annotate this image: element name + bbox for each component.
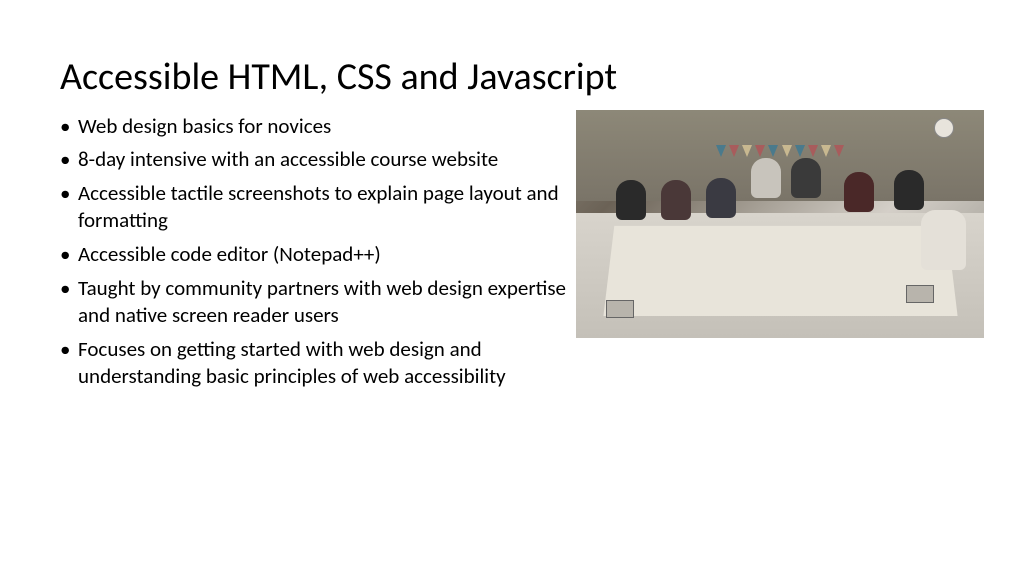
bullet-list: Web design basics for novices 8-day inte… [60, 113, 600, 390]
bunting-flags [716, 145, 844, 165]
person-silhouette [616, 180, 646, 220]
person-silhouette [751, 158, 781, 198]
bullet-item: Taught by community partners with web de… [60, 275, 600, 329]
bullet-item: Web design basics for novices [60, 113, 600, 140]
person-silhouette [921, 210, 966, 270]
person-silhouette [894, 170, 924, 210]
clock-icon [934, 118, 954, 138]
bullet-item: 8-day intensive with an accessible cours… [60, 146, 600, 173]
laptop-icon [606, 300, 634, 318]
bullet-item: Focuses on getting started with web desi… [60, 336, 600, 390]
table-shape [603, 226, 957, 316]
classroom-photo [576, 110, 984, 338]
laptop-icon [906, 285, 934, 303]
person-silhouette [791, 158, 821, 198]
person-silhouette [706, 178, 736, 218]
bullet-item: Accessible code editor (Notepad++) [60, 241, 600, 268]
bullet-item: Accessible tactile screenshots to explai… [60, 180, 600, 234]
person-silhouette [661, 180, 691, 220]
slide-title: Accessible HTML, CSS and Javascript [60, 55, 964, 101]
photo-content [576, 110, 984, 338]
person-silhouette [844, 172, 874, 212]
